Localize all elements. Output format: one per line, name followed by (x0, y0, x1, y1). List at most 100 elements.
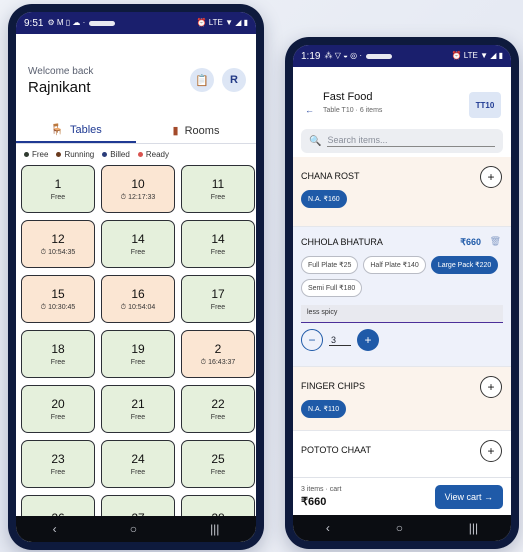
legend-item: Running (56, 150, 94, 159)
nav-recents-icon[interactable]: ||| (469, 521, 478, 535)
tab-rooms[interactable]: ▮ Rooms (136, 118, 256, 143)
table-tile[interactable]: 15 ⏱ 10:30:45 (21, 275, 95, 323)
table-number: 21 (131, 397, 145, 411)
table-tile[interactable]: 24 Free (101, 440, 175, 488)
clipboard-icon[interactable]: 📋 (190, 68, 214, 92)
table-number: 2 (214, 341, 222, 356)
table-number: 17 (211, 287, 225, 301)
table-number: 23 (51, 452, 65, 466)
variant-chip[interactable]: N.A. ₹160 (301, 190, 347, 208)
add-item-button[interactable]: + (480, 376, 502, 398)
door-icon: ▮ (172, 125, 179, 137)
table-tile[interactable]: 17 Free (181, 275, 255, 323)
table-tile[interactable]: 1 Free (21, 165, 95, 213)
table-tile[interactable]: 14 Free (101, 220, 175, 268)
status-bar: 9:51 ⚙ M ▯ ☁ · ⏰ LTE ▼ ◢ ▮ (16, 12, 256, 34)
legend-label: Running (64, 150, 95, 159)
list-item: CHANA ROST + N.A. ₹160 (293, 157, 511, 227)
list-item: CHHOLA BHATURA ₹660 🗑 Full Plate ₹25 Hal… (293, 227, 511, 367)
table-tile[interactable]: 19 Free (101, 330, 175, 378)
search-input[interactable]: 🔍 Search items... (301, 129, 503, 153)
table-status: Free (130, 414, 146, 421)
variant-chip[interactable]: Full Plate ₹25 (301, 256, 359, 274)
table-tile[interactable]: 23 Free (21, 440, 95, 488)
table-tile[interactable]: 12 ⏱ 10:54:35 (21, 220, 95, 268)
variant-chips: Full Plate ₹25 Half Plate ₹140 Large Pac… (301, 256, 503, 297)
table-number: 14 (211, 232, 225, 246)
legend-dot (24, 152, 29, 157)
table-status: ⏱ 10:54:35 (40, 248, 76, 256)
nav-back-icon[interactable]: ‹ (53, 522, 57, 536)
table-tile[interactable]: 22 Free (181, 385, 255, 433)
tabs: 🪑 Tables ▮ Rooms (16, 118, 256, 144)
decrement-button[interactable]: − (301, 329, 323, 351)
table-status: Free (210, 304, 226, 311)
add-item-button[interactable]: + (480, 440, 502, 462)
tab-tables[interactable]: 🪑 Tables (16, 118, 136, 143)
status-icons-left: ⚙ M ▯ ☁ · (47, 18, 86, 27)
list-item: FINGER CHIPS + N.A. ₹110 (293, 367, 511, 431)
table-status: Free (130, 249, 146, 256)
tab-tables-label: Tables (69, 123, 102, 136)
cart-count: 3 items · cart (301, 485, 342, 493)
nav-home-icon[interactable]: ○ (130, 522, 137, 536)
table-status: Free (210, 414, 226, 421)
legend-label: Ready (145, 150, 169, 159)
legend-item: Billed (102, 150, 130, 159)
back-arrow-icon[interactable]: ← (305, 105, 314, 115)
table-status: Free (210, 194, 226, 201)
table-tile[interactable]: 2 ⏱ 16:43:37 (181, 330, 255, 378)
quantity-stepper: − 3 + (301, 329, 503, 351)
nav-back-icon[interactable]: ‹ (326, 521, 330, 535)
tables-screen: 9:51 ⚙ M ▯ ☁ · ⏰ LTE ▼ ◢ ▮ Welcome back … (16, 12, 256, 542)
table-tile[interactable]: 25 Free (181, 440, 255, 488)
system-nav-bar: ‹ ○ ||| (16, 516, 256, 542)
increment-button[interactable]: + (357, 329, 379, 351)
table-number: 19 (131, 342, 145, 356)
view-cart-button[interactable]: View cart → (434, 484, 503, 509)
table-number: 24 (131, 452, 145, 466)
table-status: ⏱ 10:54:04 (120, 303, 156, 311)
nav-recents-icon[interactable]: ||| (210, 522, 219, 536)
home-header: Welcome back Rajnikant 📋 R (16, 34, 256, 118)
table-number: 25 (211, 452, 225, 466)
table-subtitle: Table T10 · 6 items (323, 107, 383, 114)
status-icons-right: ⏰ LTE ▼ ◢ ▮ (451, 51, 503, 60)
nav-home-icon[interactable]: ○ (396, 521, 403, 535)
table-tile[interactable]: 11 Free (181, 165, 255, 213)
table-status: Free (50, 194, 66, 201)
status-time: 9:51 (24, 17, 44, 29)
cart-bar: 3 items · cart ₹660 View cart → (293, 477, 511, 515)
order-screen: 1:19 ⁂ ▽ ◒ ◎ · ⏰ LTE ▼ ◢ ▮ ← Fast Food T… (293, 45, 511, 541)
trash-icon[interactable]: 🗑 (490, 236, 501, 247)
table-status: Free (210, 249, 226, 256)
avatar[interactable]: R (222, 68, 246, 92)
table-tile[interactable]: 10 ⏱ 12:17:33 (101, 165, 175, 213)
list-item: POTOTO CHAAT + (293, 431, 511, 481)
table-number: 12 (51, 231, 65, 246)
variant-chip[interactable]: Semi Full ₹180 (301, 279, 363, 297)
table-status: Free (210, 469, 226, 476)
table-tile[interactable]: 14 Free (181, 220, 255, 268)
item-name: CHANA ROST (301, 171, 360, 181)
table-number: 14 (131, 232, 145, 246)
table-status: ⏱ 12:17:33 (120, 193, 156, 201)
status-pill (89, 20, 116, 26)
table-tile[interactable]: 18 Free (21, 330, 95, 378)
table-tile[interactable]: 21 Free (101, 385, 175, 433)
legend-item: Ready (137, 150, 169, 159)
note-field[interactable]: less spicy (301, 305, 503, 323)
table-number: 20 (51, 397, 65, 411)
variant-chip[interactable]: Half Plate ₹140 (363, 256, 426, 274)
status-icons-left: ⁂ ▽ ◒ ◎ · (324, 51, 362, 60)
quantity-input[interactable]: 3 (329, 335, 351, 346)
item-name: FINGER CHIPS (301, 381, 366, 391)
variant-chips: N.A. ₹110 (301, 400, 503, 418)
variant-chip[interactable]: Large Pack ₹220 (430, 256, 499, 274)
add-item-button[interactable]: + (480, 166, 502, 188)
table-tile[interactable]: 16 ⏱ 10:54:04 (101, 275, 175, 323)
table-tile[interactable]: 20 Free (21, 385, 95, 433)
table-status: Free (50, 359, 66, 366)
variant-chip[interactable]: N.A. ₹110 (301, 400, 347, 418)
table-badge[interactable]: TT10 (469, 92, 501, 118)
